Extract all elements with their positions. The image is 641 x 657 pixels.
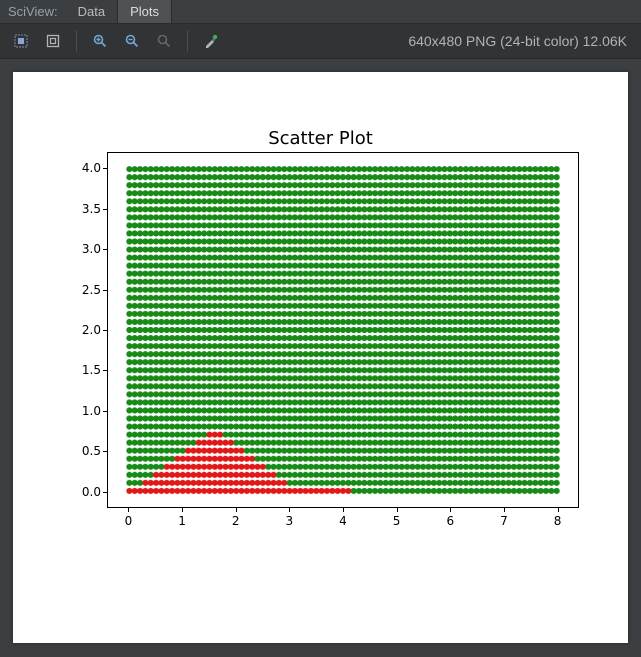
y-tick-label: 0.0 xyxy=(61,485,101,499)
y-tick-label: 2.0 xyxy=(61,323,101,337)
x-tick-mark xyxy=(236,508,237,512)
x-tick-label: 5 xyxy=(393,514,401,528)
zoom-in-button[interactable] xyxy=(87,28,113,54)
zoom-in-icon xyxy=(92,33,108,49)
y-tick-mark xyxy=(103,370,107,371)
x-tick-label: 7 xyxy=(500,514,508,528)
fit-screen-icon xyxy=(13,33,29,49)
zoom-reset-button[interactable] xyxy=(151,28,177,54)
actual-size-button[interactable] xyxy=(40,28,66,54)
y-tick-label: 1.0 xyxy=(61,404,101,418)
axes-frame xyxy=(107,152,579,508)
y-tick-mark xyxy=(103,451,107,452)
x-tick-mark xyxy=(128,508,129,512)
tab-plots[interactable]: Plots xyxy=(118,0,172,23)
x-tick-mark xyxy=(182,508,183,512)
color-picker-button[interactable] xyxy=(198,28,224,54)
y-tick-mark xyxy=(103,492,107,493)
fit-screen-button[interactable] xyxy=(8,28,34,54)
x-tick-mark xyxy=(504,508,505,512)
y-tick-mark xyxy=(103,209,107,210)
y-tick-mark xyxy=(103,411,107,412)
chart-title: Scatter Plot xyxy=(13,128,628,149)
y-tick-label: 3.0 xyxy=(61,242,101,256)
y-tick-mark xyxy=(103,249,107,250)
x-tick-label: 4 xyxy=(339,514,347,528)
y-tick-label: 1.5 xyxy=(61,363,101,377)
zoom-reset-icon xyxy=(156,33,172,49)
y-tick-label: 4.0 xyxy=(61,161,101,175)
zoom-out-icon xyxy=(124,33,140,49)
y-tick-mark xyxy=(103,168,107,169)
tab-bar: SciView: Data Plots xyxy=(0,0,641,24)
tab-data[interactable]: Data xyxy=(66,0,118,23)
toolbar-separator xyxy=(187,30,188,52)
x-tick-label: 6 xyxy=(446,514,454,528)
toolbar: 640x480 PNG (24-bit color) 12.06K xyxy=(0,24,641,59)
y-tick-mark xyxy=(103,330,107,331)
scatter-canvas xyxy=(108,153,578,507)
toolbar-separator xyxy=(76,30,77,52)
x-tick-label: 0 xyxy=(125,514,133,528)
x-tick-label: 1 xyxy=(178,514,186,528)
panel-label: SciView: xyxy=(0,0,66,23)
y-tick-label: 2.5 xyxy=(61,283,101,297)
tab-label: Data xyxy=(78,4,105,19)
x-tick-mark xyxy=(450,508,451,512)
plot-page: Scatter Plot 0 1 2 3 4 5 6 7 8 0.0 0.5 1.0 1.5 2.0 2.… xyxy=(13,72,628,643)
x-tick-mark xyxy=(397,508,398,512)
image-meta: 640x480 PNG (24-bit color) 12.06K xyxy=(408,33,633,49)
color-picker-icon xyxy=(203,33,219,49)
plot-viewer: Scatter Plot 0 1 2 3 4 5 6 7 8 0.0 0.5 1.0 1.5 2.0 2.… xyxy=(0,59,641,657)
y-tick-mark xyxy=(103,290,107,291)
y-tick-label: 0.5 xyxy=(61,444,101,458)
x-tick-label: 3 xyxy=(286,514,294,528)
x-tick-label: 8 xyxy=(554,514,562,528)
x-tick-label: 2 xyxy=(232,514,240,528)
actual-size-icon xyxy=(45,33,61,49)
x-tick-mark xyxy=(289,508,290,512)
tab-label: Plots xyxy=(130,4,159,19)
zoom-out-button[interactable] xyxy=(119,28,145,54)
x-tick-mark xyxy=(558,508,559,512)
y-tick-label: 3.5 xyxy=(61,202,101,216)
x-tick-mark xyxy=(343,508,344,512)
